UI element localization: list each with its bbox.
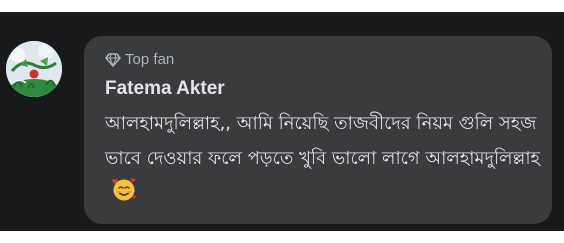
comment-text: আলহামদুলিল্লাহ,, আমি নিয়েছি তাজবীদের নি… bbox=[105, 113, 540, 169]
top-fan-badge[interactable]: Top fan bbox=[105, 51, 174, 69]
diamond-icon bbox=[105, 53, 121, 67]
screenshot-canvas: Top fan Fatema Akter আলহামদুলিল্লাহ,, আম… bbox=[0, 0, 564, 243]
comment-bubble: Top fan Fatema Akter আলহামদুলিল্লাহ,, আম… bbox=[84, 36, 552, 224]
author-name[interactable]: Fatema Akter bbox=[105, 78, 225, 100]
badge-label: Top fan bbox=[125, 51, 175, 68]
comment-text-block: আলহামদুলিল্লাহ,, আমি নিয়েছি তাজবীদের নি… bbox=[105, 106, 545, 214]
comment-panel: Top fan Fatema Akter আলহামদুলিল্লাহ,, আম… bbox=[0, 12, 564, 231]
avatar-image bbox=[6, 41, 62, 97]
smiling-face-with-hearts-icon bbox=[111, 176, 137, 214]
avatar[interactable] bbox=[6, 41, 62, 97]
